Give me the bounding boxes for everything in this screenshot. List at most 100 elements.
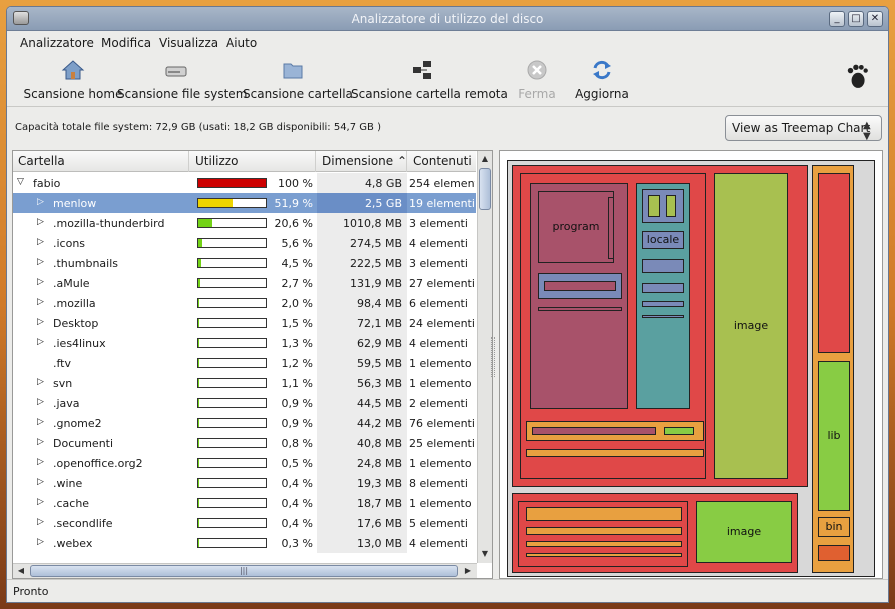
tree-row[interactable]: ▷ .ies4linux 1,3 % 62,9 MB 4 elementi [13, 333, 476, 353]
treemap-node-image[interactable]: image [714, 173, 788, 479]
close-button[interactable]: ✕ [867, 11, 883, 27]
tree-row[interactable]: ▷ .wine 0,4 % 19,3 MB 8 elementi [13, 473, 476, 493]
tree-row[interactable]: ▷ .thumbnails 4,5 % 222,5 MB 3 elementi [13, 253, 476, 273]
expander-right-icon[interactable]: ▷ [37, 397, 46, 408]
expander-right-icon[interactable]: ▷ [37, 337, 46, 348]
expander-right-icon[interactable]: ▷ [37, 297, 46, 308]
tree-row[interactable]: ▷ .webex 0,3 % 13,0 MB 4 elementi [13, 533, 476, 553]
treemap-node[interactable] [526, 449, 704, 457]
expander-right-icon[interactable]: ▷ [37, 377, 46, 388]
treemap-node[interactable] [642, 315, 684, 318]
vertical-scroll-thumb[interactable] [479, 168, 491, 210]
row-size: 274,5 MB [317, 233, 407, 253]
stop-button[interactable]: Ferma [515, 59, 559, 105]
tree-row[interactable]: ▷ svn 1,1 % 56,3 MB 1 elemento [13, 373, 476, 393]
tree-row[interactable]: ▷ .cache 0,4 % 18,7 MB 1 elemento [13, 493, 476, 513]
scan-folder-button[interactable]: Scansione cartella [243, 59, 353, 105]
column-header-usage[interactable]: Utilizzo [190, 151, 316, 172]
vertical-scrollbar[interactable]: ▲ ▼ [477, 151, 492, 563]
treemap-node[interactable] [544, 281, 616, 291]
scan-home-button[interactable]: Scansione home [17, 59, 129, 105]
menu-visualizza[interactable]: Visualizza [159, 36, 218, 50]
treemap-node[interactable] [818, 545, 850, 561]
expander-right-icon[interactable]: ▷ [37, 217, 46, 228]
horizontal-scroll-thumb[interactable]: ||| [30, 565, 458, 577]
tree-row[interactable]: ▷ .mozilla-thunderbird 20,6 % 1010,8 MB 3 el… [13, 213, 476, 233]
tree-row[interactable]: ▷ .icons 5,6 % 274,5 MB 4 elementi [13, 233, 476, 253]
expander-down-icon[interactable]: ▽ [17, 177, 26, 188]
treemap-node-locale[interactable]: locale [642, 231, 684, 249]
treemap-node-program[interactable]: program [538, 191, 614, 263]
treemap-node-image[interactable]: image [696, 501, 792, 563]
tree-row[interactable]: ▷ .mozilla 2,0 % 98,4 MB 6 elementi [13, 293, 476, 313]
treemap-node[interactable] [526, 541, 682, 547]
minimize-button[interactable]: _ [829, 11, 845, 27]
tree-row[interactable]: ▷ .gnome2 0,9 % 44,2 MB 76 elementi [13, 413, 476, 433]
column-header-size[interactable]: Dimensione ⌃ [317, 151, 407, 172]
column-header-folder[interactable]: Cartella [13, 151, 189, 172]
tree-row[interactable]: ▷ .aMule 2,7 % 131,9 MB 27 elementi [13, 273, 476, 293]
pane-resize-handle[interactable] [491, 337, 495, 377]
expander-right-icon[interactable]: ▷ [37, 317, 46, 328]
treemap-node[interactable] [642, 283, 684, 293]
scan-filesystem-button[interactable]: Scansione file system [117, 59, 248, 105]
expander-right-icon[interactable]: ▷ [37, 457, 46, 468]
treemap-node[interactable] [526, 507, 682, 521]
expander-right-icon[interactable]: ▷ [37, 477, 46, 488]
expander-right-icon[interactable]: ▷ [37, 417, 46, 428]
expander-right-icon[interactable]: ▷ [37, 197, 46, 208]
tree-row[interactable]: ▽ fabio 100 % 4,8 GB 254 elementi [13, 173, 476, 193]
menu-modifica[interactable]: Modifica [101, 36, 151, 50]
expander-right-icon[interactable]: ▷ [37, 517, 46, 528]
expander-right-icon[interactable]: ▷ [37, 437, 46, 448]
view-mode-combo[interactable]: View as Treemap Chart ▲ ▼ [725, 115, 882, 142]
refresh-button[interactable]: Aggiorna [569, 59, 635, 105]
treemap-node-bin[interactable]: bin [818, 517, 850, 537]
expander-right-icon[interactable]: ▷ [37, 497, 46, 508]
expander-right-icon[interactable]: ▷ [37, 537, 46, 548]
treemap-node[interactable] [608, 197, 614, 259]
treemap-node[interactable] [526, 553, 682, 557]
treemap-node[interactable] [666, 195, 676, 217]
harddisk-icon [165, 66, 187, 77]
column-header-contents[interactable]: Contenuti [408, 151, 478, 172]
treemap-node[interactable] [538, 307, 622, 311]
scroll-down-arrow-icon[interactable]: ▼ [478, 547, 492, 561]
scroll-up-arrow-icon[interactable]: ▲ [478, 152, 492, 166]
treemap-node[interactable] [642, 301, 684, 307]
expander-right-icon[interactable]: ▷ [37, 237, 46, 248]
treemap-node[interactable] [642, 259, 684, 273]
menu-analizzatore[interactable]: Analizzatore [20, 36, 94, 50]
tree-row[interactable]: ▷ .openoffice.org2 0,5 % 24,8 MB 1 elemento [13, 453, 476, 473]
expander-right-icon[interactable]: ▷ [37, 277, 46, 288]
treemap-node[interactable] [526, 527, 682, 535]
tree-row[interactable]: .ftv 1,2 % 59,5 MB 1 elemento [13, 353, 476, 373]
expander-right-icon[interactable]: ▷ [37, 257, 46, 268]
row-name: .icons [53, 237, 86, 250]
row-contents: 25 elementi [409, 437, 475, 450]
scan-filesystem-label: Scansione file system [117, 87, 248, 101]
usage-percent: 0,9 % [281, 397, 313, 410]
treemap-node-lib[interactable]: lib [818, 361, 850, 511]
treemap-node[interactable] [648, 195, 660, 217]
horizontal-scrollbar[interactable]: ◀ ||| ▶ [13, 563, 477, 578]
tree-row[interactable]: ▷ .java 0,9 % 44,5 MB 2 elementi [13, 393, 476, 413]
scan-remote-folder-button[interactable]: Scansione cartella remota [351, 59, 508, 105]
maximize-button[interactable]: □ [848, 11, 864, 27]
folder-tree-view[interactable]: Cartella Utilizzo Dimensione ⌃ Contenuti… [12, 150, 493, 579]
treemap-node[interactable] [532, 427, 656, 435]
row-contents: 4 elementi [409, 337, 468, 350]
tree-row[interactable]: ▷ menlow 51,9 % 2,5 GB 19 elementi [13, 193, 476, 213]
row-contents: 4 elementi [409, 537, 468, 550]
tree-row[interactable]: ▷ .secondlife 0,4 % 17,6 MB 5 elementi [13, 513, 476, 533]
treemap-chart[interactable]: program locale image image lib bin [499, 150, 883, 579]
treemap-node[interactable] [818, 173, 850, 353]
treemap-node[interactable] [664, 427, 694, 435]
tree-row[interactable]: ▷ Desktop 1,5 % 72,1 MB 24 elementi [13, 313, 476, 333]
title-bar[interactable]: Analizzatore di utilizzo del disco _ □ ✕ [7, 7, 888, 31]
scroll-right-arrow-icon[interactable]: ▶ [461, 564, 475, 578]
menu-aiuto[interactable]: Aiuto [226, 36, 257, 50]
refresh-label: Aggiorna [575, 87, 629, 101]
scroll-left-arrow-icon[interactable]: ◀ [14, 564, 28, 578]
tree-row[interactable]: ▷ Documenti 0,8 % 40,8 MB 25 elementi [13, 433, 476, 453]
